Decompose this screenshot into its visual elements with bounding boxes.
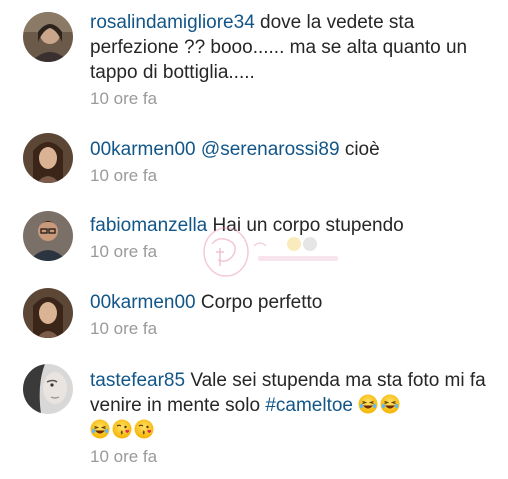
comment-mention[interactable]: @serenarossi89 — [201, 139, 340, 160]
comment-text: 00karmen00 @serenarossi89 cioè — [90, 137, 490, 162]
comment-body: cioè — [339, 139, 380, 160]
comment-username[interactable]: fabiomanzella — [90, 215, 207, 236]
comment-timestamp: 10 ore fa — [90, 166, 158, 185]
watermark-logo-icon — [203, 227, 338, 277]
user-avatar[interactable] — [23, 288, 73, 338]
comment-username[interactable]: rosalindamigliore34 — [90, 12, 255, 33]
kiss-emoji-icon — [112, 419, 132, 439]
comment-timestamp: 10 ore fa — [90, 89, 158, 108]
user-avatar[interactable] — [23, 12, 73, 62]
avatar-photo-icon — [23, 12, 73, 62]
comment-body: Corpo perfetto — [195, 292, 323, 313]
comment-timestamp: 10 ore fa — [90, 319, 158, 338]
comment-username[interactable]: 00karmen00 — [90, 292, 196, 313]
comment-timestamp: 10 ore fa — [90, 447, 158, 466]
comment-text: 00karmen00 Corpo perfetto — [90, 290, 490, 315]
kiss-emoji-icon — [134, 419, 154, 439]
comments-feed: rosalindamigliore34 dove la vedete sta p… — [0, 0, 508, 479]
user-avatar[interactable] — [23, 364, 73, 414]
avatar-photo-icon — [23, 364, 73, 414]
user-avatar[interactable] — [23, 133, 73, 183]
avatar-photo-icon — [23, 211, 73, 261]
comment-username[interactable]: tastefear85 — [90, 370, 185, 391]
laughing-emoji-icon — [90, 419, 110, 439]
laughing-emoji-icon — [358, 394, 378, 414]
comment-username[interactable]: 00karmen00 — [90, 139, 196, 160]
comment-text: rosalindamigliore34 dove la vedete sta p… — [90, 10, 490, 85]
laughing-emoji-icon — [380, 394, 400, 414]
user-avatar[interactable] — [23, 211, 73, 261]
avatar-photo-icon — [23, 133, 73, 183]
comment-text: tastefear85 Vale sei stupenda ma sta fot… — [90, 368, 490, 443]
avatar-photo-icon — [23, 288, 73, 338]
comment-hashtag[interactable]: #cameltoe — [265, 395, 353, 416]
